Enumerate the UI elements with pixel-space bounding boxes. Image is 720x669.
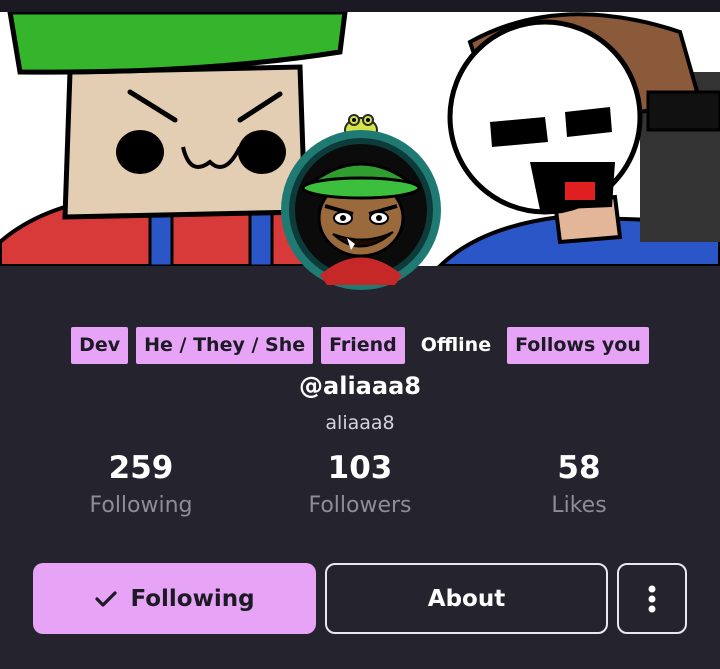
badge-pronouns: He / They / She: [136, 326, 314, 364]
more-options-button[interactable]: [617, 563, 687, 634]
status-bar-strip: [0, 0, 720, 12]
stat-following[interactable]: 259 Following: [31, 448, 251, 524]
more-vertical-icon: [648, 585, 656, 612]
about-button-label: About: [427, 585, 506, 612]
stat-likes-value: 58: [557, 450, 601, 486]
stat-followers[interactable]: 103 Followers: [250, 448, 470, 524]
stat-following-value: 259: [108, 450, 174, 486]
profile-handle: @aliaaa8: [299, 372, 421, 400]
badge-follows-you: Follows you: [507, 326, 649, 364]
profile-badges: Dev He / They / She Friend Offline Follo…: [0, 326, 720, 364]
following-button[interactable]: Following: [33, 563, 316, 634]
check-icon: [95, 590, 118, 607]
avatar-image: [281, 114, 441, 290]
badge-friend: Friend: [321, 326, 405, 364]
stat-likes[interactable]: 58 Likes: [469, 448, 689, 524]
stat-followers-value: 103: [327, 450, 393, 486]
stat-likes-label: Likes: [551, 493, 607, 518]
about-button[interactable]: About: [325, 563, 608, 634]
profile-avatar[interactable]: [275, 110, 447, 300]
badge-status: Offline: [420, 333, 492, 356]
stat-followers-label: Followers: [308, 493, 412, 518]
stat-following-label: Following: [89, 493, 193, 518]
profile-username: aliaaa8: [325, 412, 395, 434]
badge-dev: Dev: [71, 326, 129, 364]
following-button-label: Following: [130, 585, 255, 612]
